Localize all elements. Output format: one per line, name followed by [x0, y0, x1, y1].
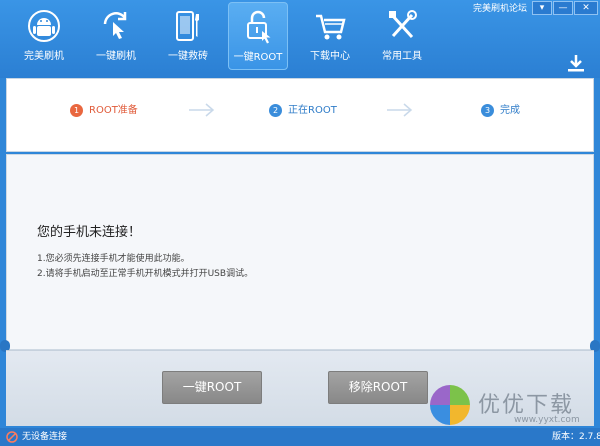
- nav-label: 常用工具: [382, 51, 422, 62]
- nav-item-perfect-flash[interactable]: 完美刷机: [14, 2, 74, 70]
- step-arrow-icon: [387, 103, 413, 117]
- message-title: 您的手机未连接！: [37, 225, 142, 240]
- app-window: 完美刷机论坛 ▾ — ✕ 完美刷机 一键刷机 一键救砖 一键ROOT 下载中心 …: [0, 0, 600, 446]
- phone-wrench-icon: [176, 11, 199, 41]
- content-panel: 您的手机未连接！ 1.您必须先连接手机才能使用此功能。 2.请将手机启动至正常手…: [6, 154, 594, 350]
- unlock-icon: [247, 10, 271, 44]
- message-line: 2.请将手机启动至正常手机开机模式并打开USB调试。: [37, 269, 254, 279]
- cart-icon: [316, 14, 346, 40]
- steps-panel: 1 ROOT准备 2 正在ROOT 3 完成: [6, 78, 594, 152]
- minimize-button[interactable]: —: [553, 1, 573, 15]
- nav-item-download-center[interactable]: 下载中心: [300, 2, 360, 70]
- nav-label: 一键ROOT: [233, 52, 283, 63]
- watermark: 优优下载 www.yyxt.com: [428, 383, 598, 427]
- step-label: 完成: [500, 105, 520, 116]
- version-label: 版本：2.7.8: [552, 432, 600, 442]
- android-robot-icon: [28, 10, 60, 42]
- touch-refresh-icon: [103, 12, 127, 39]
- step-number: 3: [481, 103, 494, 117]
- download-icon[interactable]: [565, 52, 587, 74]
- step-label: 正在ROOT: [288, 105, 337, 116]
- step-arrow-icon: [189, 103, 215, 117]
- remove-root-button[interactable]: 移除ROOT: [328, 371, 428, 404]
- nav-item-common-tools[interactable]: 常用工具: [372, 2, 432, 70]
- header: 完美刷机论坛 ▾ — ✕ 完美刷机 一键刷机 一键救砖 一键ROOT 下载中心 …: [0, 0, 600, 78]
- nav-item-unbrick[interactable]: 一键救砖: [158, 2, 218, 70]
- one-click-root-button[interactable]: 一键ROOT: [162, 371, 262, 404]
- message-line: 1.您必须先连接手机才能使用此功能。: [37, 254, 190, 264]
- forum-link[interactable]: 完美刷机论坛: [468, 2, 532, 16]
- step-done: 3 完成: [481, 103, 520, 119]
- nav-label: 一键刷机: [96, 51, 136, 62]
- nav-label: 完美刷机: [24, 51, 64, 62]
- step-number: 2: [269, 103, 282, 117]
- step-label: ROOT准备: [89, 105, 138, 116]
- menu-dropdown-button[interactable]: ▾: [532, 1, 552, 15]
- no-device-icon: [6, 431, 18, 443]
- status-bar: 无设备连接 版本：2.7.8: [0, 428, 600, 446]
- nav-label: 一键救砖: [168, 51, 208, 62]
- tools-icon: [389, 10, 417, 39]
- nav-item-one-click-root[interactable]: 一键ROOT: [228, 2, 288, 70]
- connection-status: 无设备连接: [22, 432, 68, 442]
- step-root-prepare: 1 ROOT准备: [70, 103, 138, 119]
- step-number: 1: [70, 103, 83, 117]
- watermark-url: www.yyxt.com: [514, 415, 580, 425]
- step-rooting: 2 正在ROOT: [269, 103, 337, 119]
- nav-item-one-click-flash[interactable]: 一键刷机: [86, 2, 146, 70]
- watermark-logo-icon: [430, 385, 470, 425]
- nav-label: 下载中心: [310, 51, 350, 62]
- close-button[interactable]: ✕: [574, 1, 598, 15]
